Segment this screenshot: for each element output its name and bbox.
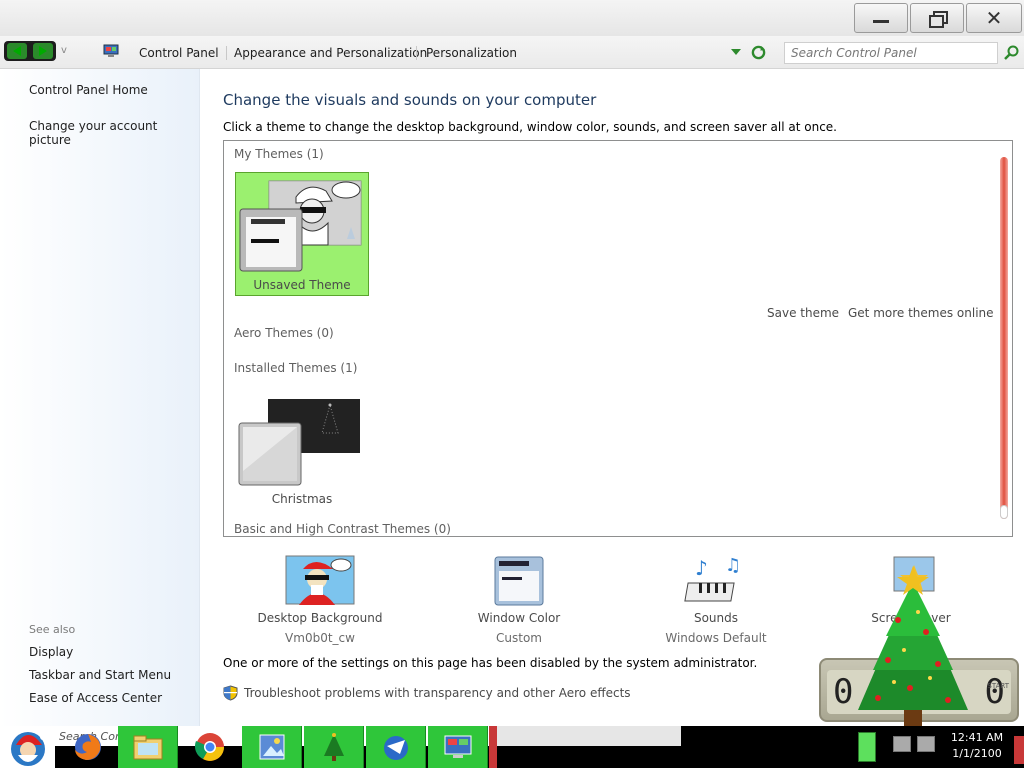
taskbar-explorer[interactable] (118, 726, 178, 768)
sounds-icon: ♪ ♫ (681, 555, 751, 607)
minimize-icon (873, 19, 889, 23)
address-bar: v Control Panel Appearance and Personali… (0, 36, 1024, 69)
group-my-themes: My Themes (1) (234, 147, 324, 161)
get-more-themes-link[interactable]: Get more themes online (848, 306, 994, 320)
page-subtitle: Click a theme to change the desktop back… (223, 120, 837, 134)
setting-sounds[interactable]: ♪ ♫ Sounds Windows Default (641, 555, 791, 645)
nav-buttons (4, 41, 56, 61)
uac-shield-icon (223, 685, 238, 701)
close-button[interactable]: ✕ (966, 3, 1022, 33)
themes-scrollbar[interactable] (1000, 157, 1008, 519)
taskbar-control-panel[interactable] (428, 726, 488, 768)
taskbar-black-area (681, 726, 855, 768)
theme-name-unsaved[interactable]: Unsaved Theme (235, 278, 369, 292)
save-theme-link[interactable]: Save theme (767, 306, 839, 320)
volume-icon[interactable] (917, 736, 935, 752)
sidebar-link-ease-of-access[interactable]: Ease of Access Center (29, 691, 162, 705)
sidebar: Control Panel Home Change your account p… (0, 69, 200, 726)
sidebar-link-control-panel-home[interactable]: Control Panel Home (29, 83, 148, 97)
group-installed-themes: Installed Themes (1) (234, 361, 358, 375)
gadget-start-label[interactable]: START (987, 682, 1009, 690)
breadcrumb-personalization[interactable]: Personalization (426, 46, 517, 60)
taskbar-separator (489, 726, 497, 768)
setting-value: Custom (496, 631, 542, 645)
troubleshoot-text[interactable]: Troubleshoot problems with transparency … (244, 686, 631, 700)
page-title: Change the visuals and sounds on your co… (223, 91, 597, 109)
restore-icon (929, 11, 948, 28)
tray-icons (893, 736, 937, 754)
system-tray: 12:41 AM 1/1/2100 (855, 726, 1024, 768)
firefox-icon (75, 734, 101, 760)
setting-desktop-background[interactable]: Desktop Background Vm0b0t_cw (245, 555, 395, 645)
back-arrow-icon (13, 46, 21, 56)
desktop-background-icon (285, 555, 355, 607)
restore-button[interactable] (910, 3, 964, 33)
santa-start-icon (11, 732, 46, 766)
control-panel-icon (103, 44, 119, 57)
group-basic-themes: Basic and High Contrast Themes (0) (234, 522, 451, 536)
clock-date: 1/1/2100 (952, 747, 1002, 760)
network-icon[interactable] (893, 736, 911, 752)
chrome-icon (194, 733, 224, 761)
search-box[interactable] (784, 42, 998, 64)
breadcrumb-appearance[interactable]: Appearance and Personalization (234, 46, 427, 60)
setting-value: Windows Default (665, 631, 767, 645)
taskbar-tree-gadget[interactable] (304, 726, 364, 768)
thunderbird-icon (383, 736, 408, 760)
search-input[interactable] (785, 43, 997, 63)
troubleshoot-link[interactable]: Troubleshoot problems with transparency … (223, 685, 631, 701)
setting-title: Window Color (477, 611, 561, 625)
tray-edge (1014, 736, 1024, 764)
taskbar-clock[interactable]: 12:41 AM 1/1/2100 (947, 730, 1007, 762)
back-button[interactable] (7, 43, 27, 59)
folder-icon (133, 735, 162, 760)
setting-value: Vm0b0t_cw (285, 631, 355, 645)
see-also-heading: See also (29, 623, 76, 636)
theme-preview-christmas (238, 399, 360, 486)
search-icon[interactable] (1003, 45, 1019, 61)
show-desktop-button[interactable] (858, 732, 876, 762)
taskbar-thunderbird[interactable] (366, 726, 426, 768)
window-color-icon (484, 555, 554, 607)
setting-window-color[interactable]: Window Color Custom (444, 555, 594, 645)
clock-time: 12:41 AM (950, 731, 1004, 744)
svg-text:♫: ♫ (725, 555, 741, 576)
sidebar-link-taskbar[interactable]: Taskbar and Start Menu (29, 668, 171, 682)
setting-title: Sounds (693, 611, 739, 625)
taskbar-firefox[interactable] (60, 726, 116, 768)
close-icon: ✕ (985, 6, 1003, 30)
christmas-tree-icon (323, 733, 344, 761)
taskbar-personalization[interactable] (242, 726, 302, 768)
svg-text:♪: ♪ (695, 556, 708, 580)
themes-list: My Themes (1) Unsaved Theme Save theme G… (223, 140, 1013, 537)
group-aero-themes: Aero Themes (0) (234, 326, 334, 340)
recent-pages-dropdown[interactable]: v (61, 45, 67, 56)
taskbar: 12:41 AM 1/1/2100 (0, 726, 1024, 768)
forward-arrow-icon (39, 46, 47, 56)
start-button[interactable] (3, 726, 53, 768)
scrollbar-end[interactable] (1000, 505, 1008, 519)
title-bar: ✕ (0, 0, 1024, 36)
admin-notice: One or more of the settings on this page… (223, 656, 758, 670)
theme-name-christmas[interactable]: Christmas (235, 492, 369, 506)
forward-button[interactable] (33, 43, 53, 59)
christmas-tree-image (858, 566, 968, 726)
breadcrumb-separator[interactable] (226, 46, 227, 60)
breadcrumb-control-panel[interactable]: Control Panel (139, 46, 219, 60)
control-panel-taskbar-icon (444, 735, 471, 758)
sidebar-link-account-picture[interactable]: Change your account picture (29, 119, 199, 147)
address-dropdown-icon[interactable] (731, 49, 741, 55)
taskbar-blank-area (497, 726, 681, 746)
personalization-icon (259, 734, 284, 760)
minimize-button[interactable] (854, 3, 908, 33)
sidebar-link-display[interactable]: Display (29, 645, 73, 659)
setting-title: Desktop Background (257, 611, 383, 625)
taskbar-chrome[interactable] (180, 726, 240, 768)
breadcrumb-separator[interactable] (416, 46, 417, 60)
theme-preview-unsaved (239, 180, 362, 272)
refresh-icon[interactable] (751, 45, 766, 60)
